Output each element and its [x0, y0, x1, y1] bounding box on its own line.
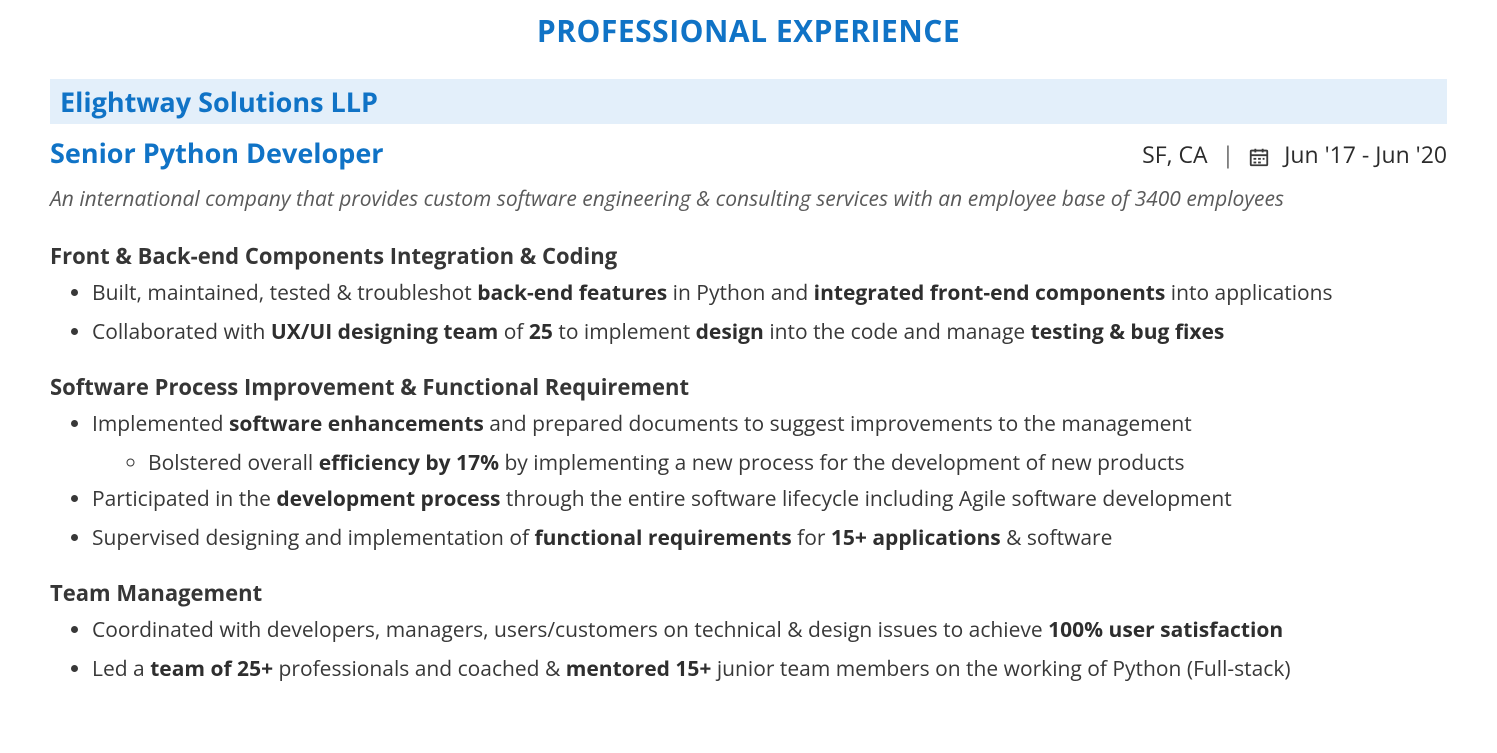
list-item: Supervised designing and implementation … — [92, 522, 1447, 555]
list-item: Implemented software enhancements and pr… — [92, 408, 1447, 441]
company-bar: Elightway Solutions LLP — [50, 79, 1447, 124]
separator: | — [1222, 138, 1235, 170]
block-heading: Software Process Improvement & Functiona… — [50, 372, 1447, 402]
bullet-list: Built, maintained, tested & troubleshot … — [50, 277, 1447, 348]
list-item: Participated in the development process … — [92, 483, 1447, 516]
section-title: PROFESSIONAL EXPERIENCE — [50, 10, 1447, 51]
experience-blocks: Front & Back-end Components Integration … — [50, 241, 1447, 685]
experience-block: Front & Back-end Components Integration … — [50, 241, 1447, 348]
list-item: Collaborated with UX/UI designing team o… — [92, 316, 1447, 349]
experience-block: Software Process Improvement & Functiona… — [50, 372, 1447, 554]
list-item: Built, maintained, tested & troubleshot … — [92, 277, 1447, 310]
list-item: Led a team of 25+ professionals and coac… — [92, 653, 1447, 686]
company-name: Elightway Solutions LLP — [60, 83, 378, 120]
bullet-list: Implemented software enhancements and pr… — [50, 408, 1447, 554]
list-item: Coordinated with developers, managers, u… — [92, 614, 1447, 647]
company-summary: An international company that provides c… — [50, 185, 1447, 213]
role-row: Senior Python Developer SF, CA | Jun '17… — [50, 134, 1447, 171]
location: SF, CA — [1142, 138, 1207, 170]
role-meta: SF, CA | Jun '17 - Jun '20 — [1142, 138, 1447, 170]
date-range: Jun '17 - Jun '20 — [1284, 138, 1447, 170]
block-heading: Team Management — [50, 578, 1447, 608]
calendar-icon — [1248, 143, 1270, 165]
role-title: Senior Python Developer — [50, 134, 384, 171]
bullet-list: Coordinated with developers, managers, u… — [50, 614, 1447, 685]
sub-bullet-list: Bolstered overall efficiency by 17% by i… — [92, 447, 1447, 480]
list-item: Bolstered overall efficiency by 17% by i… — [148, 447, 1447, 480]
experience-block: Team Management Coordinated with develope… — [50, 578, 1447, 685]
block-heading: Front & Back-end Components Integration … — [50, 241, 1447, 271]
